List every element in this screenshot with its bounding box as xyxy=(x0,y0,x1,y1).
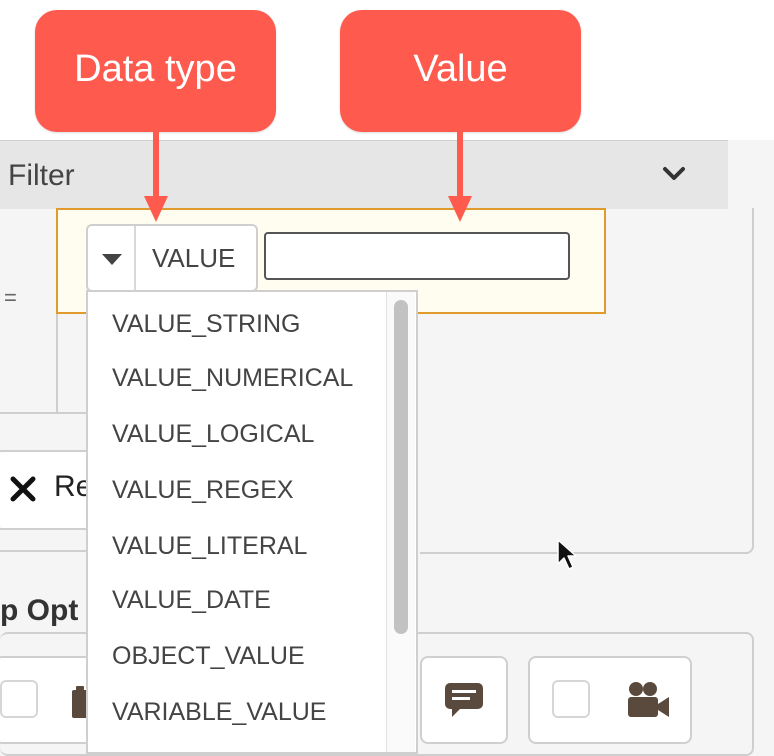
close-icon[interactable] xyxy=(10,476,36,502)
data-type-toggle[interactable] xyxy=(88,226,136,290)
dropdown-option-variable-value[interactable]: VARIABLE_VALUE xyxy=(112,698,326,727)
comment-icon[interactable] xyxy=(444,682,484,718)
dropdown-option-object-value[interactable]: OBJECT_VALUE xyxy=(112,642,305,671)
chevron-down-icon[interactable] xyxy=(660,163,688,185)
video-camera-icon xyxy=(628,682,669,717)
option-checkbox[interactable] xyxy=(0,680,38,718)
data-type-selected: VALUE xyxy=(152,243,236,273)
option-checkbox-video[interactable] xyxy=(552,680,590,718)
callout-data-type: Data type xyxy=(35,10,276,132)
data-type-select[interactable]: VALUE xyxy=(86,224,258,292)
data-type-dropdown[interactable]: VALUE_STRING VALUE_NUMERICAL VALUE_LOGIC… xyxy=(86,290,418,754)
dropdown-option-value-date[interactable]: VALUE_DATE xyxy=(112,586,271,615)
dropdown-option-value-string[interactable]: VALUE_STRING xyxy=(112,310,300,339)
filter-header[interactable]: Filter xyxy=(0,140,728,209)
value-input[interactable] xyxy=(264,232,570,280)
divider xyxy=(0,550,90,552)
mouse-cursor-icon xyxy=(557,539,577,570)
dropdown-option-value-literal[interactable]: VALUE_LITERAL xyxy=(112,532,307,561)
dropdown-scrollbar-thumb[interactable] xyxy=(394,300,408,634)
operator-label: = xyxy=(4,285,17,310)
dropdown-scrollbar[interactable] xyxy=(386,292,415,752)
filter-title: Filter xyxy=(8,159,75,192)
caret-down-icon[interactable] xyxy=(102,254,122,266)
divider xyxy=(0,412,90,414)
dropdown-option-value-logical[interactable]: VALUE_LOGICAL xyxy=(112,420,314,449)
options-section-title: p Opt xyxy=(0,594,79,627)
callout-value-label: Value xyxy=(413,47,508,90)
dropdown-option-value-regex[interactable]: VALUE_REGEX xyxy=(112,476,294,505)
callout-data-type-label: Data type xyxy=(74,47,237,90)
dropdown-option-value-numerical[interactable]: VALUE_NUMERICAL xyxy=(112,364,353,393)
callout-value: Value xyxy=(340,10,581,132)
